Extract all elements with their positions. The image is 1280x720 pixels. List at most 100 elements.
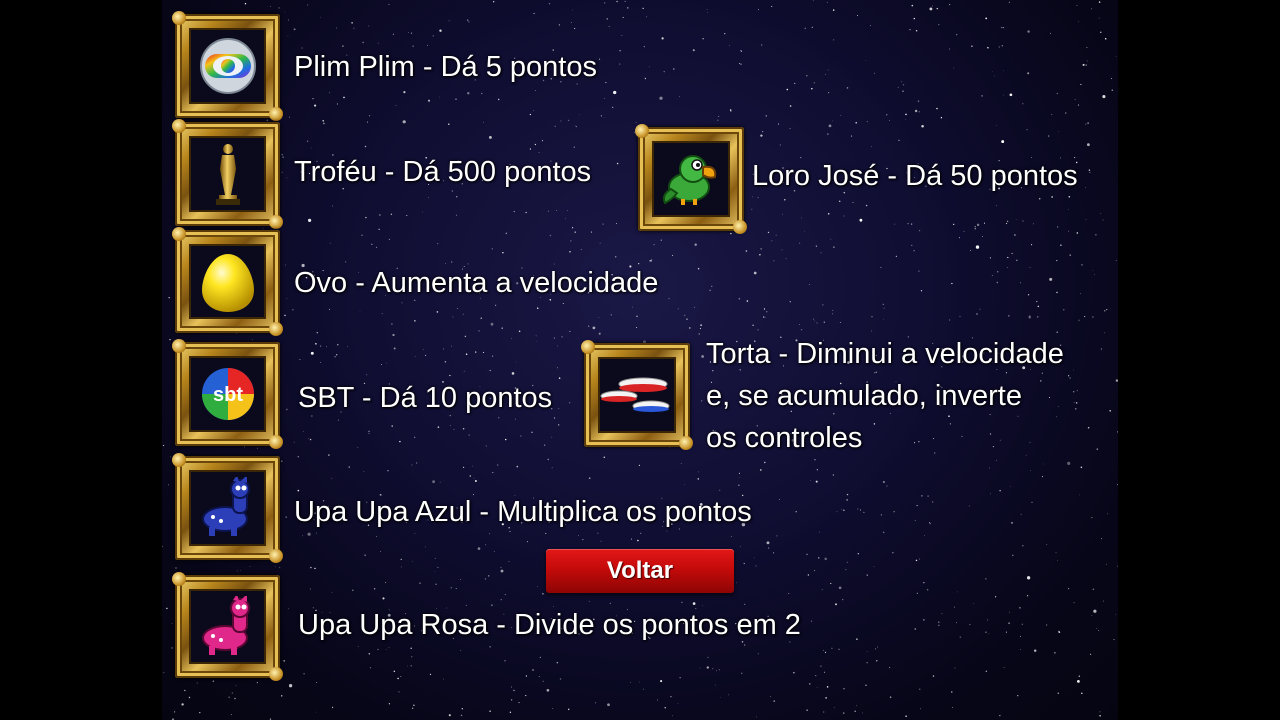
- star: [866, 650, 868, 652]
- star: [280, 695, 283, 697]
- star: [588, 477, 591, 479]
- star: [1086, 60, 1088, 62]
- star: [730, 536, 732, 537]
- star: [627, 7, 629, 9]
- star: [663, 71, 665, 73]
- star: [500, 569, 504, 573]
- star: [619, 63, 621, 65]
- star: [882, 531, 885, 534]
- star: [773, 700, 775, 702]
- star: [497, 98, 500, 101]
- star: [1064, 112, 1067, 114]
- star: [622, 16, 624, 18]
- star: [740, 63, 742, 65]
- star: [1068, 230, 1069, 232]
- star: [813, 82, 815, 84]
- star: [375, 246, 378, 248]
- star: [343, 96, 345, 99]
- star: [789, 301, 791, 303]
- star: [1037, 305, 1040, 308]
- star: [757, 653, 759, 655]
- star: [1008, 622, 1011, 625]
- star: [820, 252, 822, 254]
- star: [334, 356, 336, 358]
- star: [282, 156, 284, 158]
- star: [551, 436, 553, 438]
- star: [451, 345, 452, 347]
- star: [657, 699, 658, 701]
- star: [337, 344, 339, 346]
- star: [416, 462, 418, 464]
- star: [557, 345, 558, 347]
- egg-frame: [172, 227, 283, 336]
- star: [653, 244, 655, 246]
- star: [1105, 563, 1107, 565]
- star: [660, 239, 662, 241]
- star: [604, 2, 606, 4]
- star: [1056, 226, 1059, 228]
- star: [856, 638, 858, 640]
- blue-upa-upa-label: Upa Upa Azul - Multiplica os pontos: [294, 496, 752, 528]
- star: [1078, 21, 1079, 23]
- star: [1020, 513, 1022, 515]
- star: [1009, 611, 1010, 613]
- star: [1027, 294, 1030, 296]
- star: [434, 571, 436, 572]
- star: [392, 333, 395, 337]
- star: [529, 148, 532, 150]
- star: [496, 464, 499, 466]
- star: [968, 505, 970, 507]
- star: [832, 120, 834, 122]
- star: [963, 230, 965, 232]
- star: [166, 607, 168, 610]
- star: [985, 631, 987, 633]
- star: [651, 259, 653, 260]
- star: [518, 702, 520, 704]
- star: [1106, 309, 1108, 311]
- star: [1022, 103, 1024, 105]
- star: [999, 489, 1001, 492]
- star: [1037, 316, 1039, 318]
- star: [279, 567, 281, 569]
- star: [437, 426, 440, 428]
- star: [515, 361, 517, 363]
- star: [813, 318, 815, 320]
- star: [414, 320, 416, 322]
- star: [588, 600, 590, 602]
- parrot-label: Loro José - Dá 50 pontos: [752, 160, 1078, 192]
- star: [297, 456, 299, 458]
- star: [288, 684, 293, 688]
- star: [1078, 675, 1081, 677]
- star: [876, 660, 878, 662]
- back-button[interactable]: Voltar: [546, 549, 734, 593]
- star: [1067, 209, 1069, 211]
- star: [800, 217, 802, 219]
- star: [811, 26, 813, 28]
- star: [670, 696, 672, 698]
- star: [760, 469, 762, 471]
- star: [513, 211, 515, 213]
- star: [988, 633, 990, 635]
- star: [918, 229, 921, 232]
- star: [1074, 99, 1076, 100]
- star: [511, 686, 513, 688]
- star: [871, 316, 873, 318]
- star: [788, 593, 790, 594]
- star: [573, 146, 575, 148]
- star: [707, 656, 709, 658]
- star: [832, 9, 835, 11]
- star: [520, 435, 522, 437]
- star: [569, 250, 571, 253]
- star: [461, 708, 463, 710]
- star: [814, 459, 816, 461]
- star: [462, 313, 464, 315]
- star: [412, 707, 414, 709]
- star: [855, 121, 857, 124]
- trophy-label: Troféu - Dá 500 pontos: [294, 156, 592, 188]
- star: [1081, 692, 1083, 695]
- star: [588, 325, 590, 327]
- star: [636, 326, 638, 329]
- star: [188, 696, 191, 699]
- star: [839, 322, 841, 324]
- star: [511, 338, 513, 339]
